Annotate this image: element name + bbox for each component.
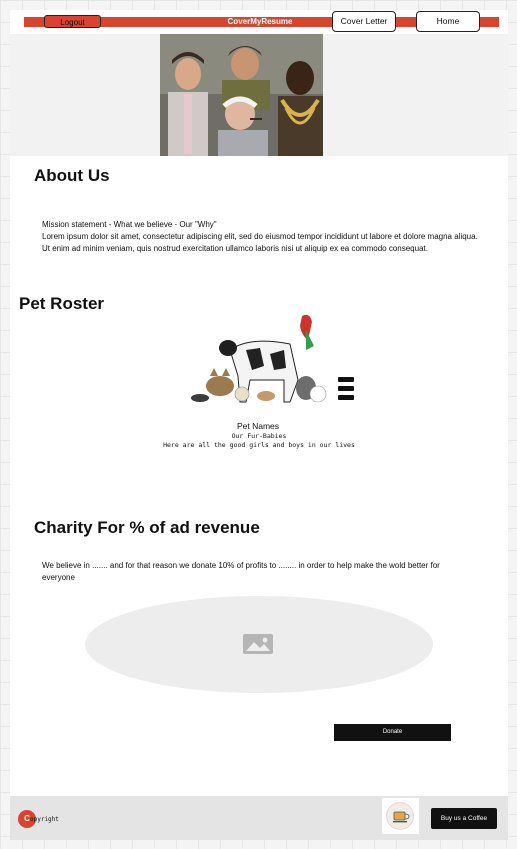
menu-bar — [338, 377, 354, 382]
pet-subtitle: Our Fur-Babies — [231, 432, 287, 440]
image-placeholder-icon — [243, 634, 273, 654]
header: Logout CoverMyResume Cover Letter Home — [10, 10, 508, 34]
team-photo — [160, 34, 323, 156]
home-button[interactable]: Home — [416, 11, 480, 32]
coffee-cup-graphic — [393, 811, 410, 823]
brand-title[interactable]: CoverMyResume — [200, 16, 320, 28]
pets-group-image — [191, 314, 327, 403]
image-placeholder — [85, 596, 433, 693]
hamburger-menu-icon[interactable] — [338, 377, 356, 407]
footer: C opyright Buy us a Coffee — [10, 796, 508, 840]
logout-button[interactable]: Logout — [44, 15, 101, 28]
mission-statement-label: Mission statement - What we believe - Ou… — [42, 220, 217, 229]
page-canvas: Logout CoverMyResume Cover Letter Home A… — [10, 10, 508, 840]
about-body: Mission statement - What we believe - Ou… — [42, 219, 482, 255]
cover-letter-button[interactable]: Cover Letter — [332, 11, 396, 32]
coffee-cup-icon — [386, 802, 414, 830]
charity-heading: Charity For % of ad revenue — [34, 518, 260, 537]
about-heading: About Us — [34, 166, 110, 185]
menu-bar — [338, 386, 354, 391]
pet-roster-heading: Pet Roster — [19, 294, 105, 313]
about-paragraph: Lorem ipsum dolor sit amet, consectetur … — [42, 232, 478, 253]
pet-names-label: Pet Names — [236, 421, 280, 431]
copyright-text: opyright — [30, 816, 59, 823]
charity-body: We believe in ....... and for that reaso… — [42, 561, 440, 582]
menu-bar — [338, 395, 354, 400]
donate-button[interactable]: Donate — [334, 724, 451, 741]
coffee-tile[interactable] — [382, 798, 419, 834]
hero-section — [10, 34, 508, 156]
pet-description: Here are all the good girls and boys in … — [163, 441, 355, 449]
buy-coffee-button[interactable]: Buy us a Coffee — [431, 808, 497, 829]
